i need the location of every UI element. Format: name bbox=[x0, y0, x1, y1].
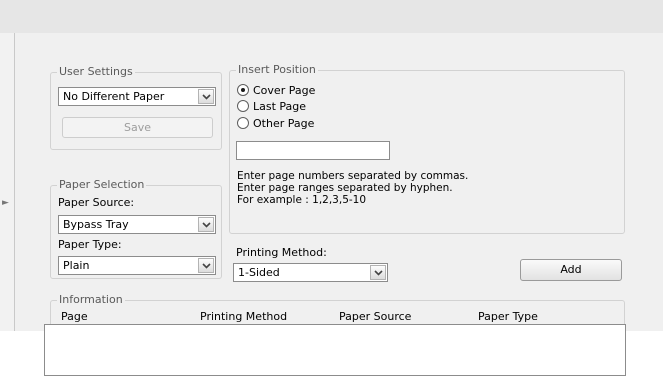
insert-position-legend: Insert Position bbox=[236, 63, 318, 77]
paper-source-value: Bypass Tray bbox=[63, 218, 129, 231]
paper-type-label: Paper Type: bbox=[58, 238, 122, 251]
user-settings-group: User Settings bbox=[50, 65, 222, 150]
radio-other-page[interactable]: Other Page bbox=[237, 116, 314, 130]
printing-method-value: 1-Sided bbox=[238, 266, 280, 279]
expand-arrow-icon: ► bbox=[2, 198, 9, 208]
paper-source-label: Paper Source: bbox=[58, 196, 135, 209]
column-header-page: Page bbox=[61, 310, 88, 323]
user-settings-legend: User Settings bbox=[57, 65, 135, 79]
column-header-paper-source: Paper Source bbox=[339, 310, 412, 323]
title-bar bbox=[0, 0, 663, 33]
hint-line-2: Enter page ranges separated by hyphen. bbox=[237, 182, 453, 194]
chevron-down-icon[interactable] bbox=[370, 265, 386, 280]
printing-method-select[interactable]: 1-Sided bbox=[233, 263, 388, 282]
add-button[interactable]: Add bbox=[520, 259, 622, 281]
column-header-paper-type: Paper Type bbox=[478, 310, 538, 323]
chevron-down-icon[interactable] bbox=[198, 217, 214, 232]
radio-button[interactable] bbox=[237, 84, 249, 96]
radio-cover-page[interactable]: Cover Page bbox=[237, 83, 315, 97]
user-settings-select[interactable]: No Different Paper bbox=[58, 87, 216, 106]
radio-label: Other Page bbox=[253, 116, 315, 130]
information-list[interactable] bbox=[44, 324, 626, 376]
page-numbers-input[interactable] bbox=[236, 141, 390, 160]
paper-selection-legend: Paper Selection bbox=[57, 178, 147, 192]
paper-source-select[interactable]: Bypass Tray bbox=[58, 215, 216, 234]
hint-line-3: For example : 1,2,3,5-10 bbox=[237, 194, 367, 206]
printing-method-label: Printing Method: bbox=[236, 246, 327, 259]
radio-label: Cover Page bbox=[253, 83, 316, 97]
information-legend: Information bbox=[57, 293, 125, 307]
left-margin bbox=[0, 33, 14, 331]
user-settings-value: No Different Paper bbox=[63, 90, 165, 103]
hint-line-1: Enter page numbers separated by commas. bbox=[237, 170, 469, 182]
chevron-down-icon[interactable] bbox=[198, 89, 214, 104]
save-button[interactable]: Save bbox=[62, 117, 213, 138]
column-header-printing-method: Printing Method bbox=[200, 310, 288, 323]
chevron-down-icon[interactable] bbox=[198, 258, 214, 273]
paper-type-value: Plain bbox=[63, 259, 90, 272]
radio-button[interactable] bbox=[237, 100, 249, 112]
radio-label: Last Page bbox=[253, 99, 307, 113]
paper-type-select[interactable]: Plain bbox=[58, 256, 216, 275]
radio-button[interactable] bbox=[237, 117, 249, 129]
radio-last-page[interactable]: Last Page bbox=[237, 99, 306, 113]
